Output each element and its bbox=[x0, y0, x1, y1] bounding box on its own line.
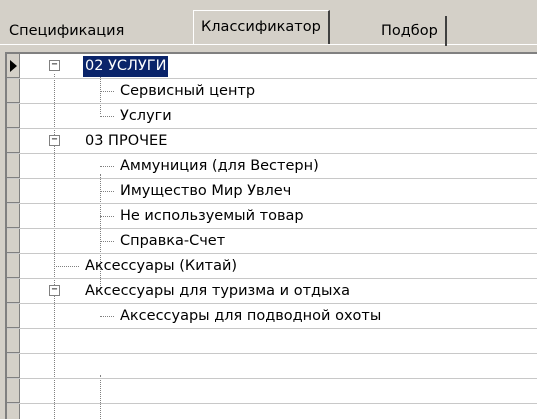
row-indicator-current bbox=[7, 54, 20, 78]
tree-node-label[interactable]: Имущество Мир Увлеч bbox=[118, 181, 293, 202]
tree-row-empty bbox=[7, 404, 537, 419]
tree-node-label[interactable]: 03 ПРОЧЕЕ bbox=[83, 131, 169, 152]
tree-node-label[interactable]: Не используемый товар bbox=[118, 206, 306, 227]
tree-node-label[interactable]: Аксессуары (Китай) bbox=[83, 256, 239, 277]
collapse-toggle-icon[interactable] bbox=[49, 60, 60, 71]
tree-row-empty bbox=[7, 329, 537, 354]
row-indicator bbox=[7, 204, 20, 228]
tree-row-empty bbox=[7, 379, 537, 404]
collapse-toggle-icon[interactable] bbox=[49, 135, 60, 146]
tree-row[interactable]: Услуги bbox=[7, 104, 537, 129]
row-indicator bbox=[7, 404, 20, 419]
tree-row[interactable]: Аксессуары для туризма и отдыха bbox=[7, 279, 537, 304]
tree-node-label[interactable]: Справка-Счет bbox=[118, 231, 227, 252]
tree-line bbox=[100, 316, 114, 317]
tree-node-label[interactable]: 02 УСЛУГИ bbox=[83, 56, 169, 77]
tree-row[interactable]: Аксессуары (Китай) bbox=[7, 254, 537, 279]
tree-row[interactable]: 03 ПРОЧЕЕ bbox=[7, 129, 537, 154]
classifier-tree-grid[interactable]: 02 УСЛУГИ Сервисный центр Услуги 03 ПРОЧ… bbox=[5, 52, 537, 419]
tree-node-label[interactable]: Аммуниция (для Вестерн) bbox=[118, 156, 321, 177]
tree-node-label[interactable]: Аксессуары для туризма и отдыха bbox=[83, 281, 352, 302]
tree-node-label[interactable]: Аксессуары для подводной охоты bbox=[118, 306, 383, 327]
tree-row-empty bbox=[7, 354, 537, 379]
row-indicator bbox=[7, 154, 20, 178]
tree-row[interactable]: Имущество Мир Увлеч bbox=[7, 179, 537, 204]
row-indicator bbox=[7, 104, 20, 128]
row-indicator bbox=[7, 129, 20, 153]
row-indicator bbox=[7, 354, 20, 378]
tab-label: Классификатор bbox=[201, 19, 321, 35]
tree-row[interactable]: Сервисный центр bbox=[7, 79, 537, 104]
tab-classifier[interactable]: Классификатор bbox=[193, 10, 330, 44]
row-indicator bbox=[7, 379, 20, 403]
tree-line bbox=[54, 266, 79, 267]
row-indicator bbox=[7, 279, 20, 303]
tree-line bbox=[100, 216, 114, 217]
tab-label: Подбор bbox=[381, 23, 438, 39]
tree-line bbox=[100, 191, 114, 192]
tree-row[interactable]: Не используемый товар bbox=[7, 204, 537, 229]
row-indicator bbox=[7, 229, 20, 253]
tree-row[interactable]: Аммуниция (для Вестерн) bbox=[7, 154, 537, 179]
tree-line bbox=[100, 91, 114, 92]
tree-line bbox=[100, 116, 114, 117]
tree-row[interactable]: 02 УСЛУГИ bbox=[7, 54, 537, 79]
tab-specification[interactable]: Спецификация bbox=[2, 16, 131, 46]
row-indicator bbox=[7, 254, 20, 278]
row-indicator bbox=[7, 304, 20, 328]
row-indicator bbox=[7, 329, 20, 353]
tree-line bbox=[100, 166, 114, 167]
tree-row[interactable]: Справка-Счет bbox=[7, 229, 537, 254]
tab-strip: Спецификация Классификатор Подбор bbox=[0, 0, 537, 52]
row-indicator bbox=[7, 79, 20, 103]
tree-row[interactable]: Аксессуары для подводной охоты bbox=[7, 304, 537, 329]
tab-label: Спецификация bbox=[9, 23, 125, 39]
tree-node-label[interactable]: Сервисный центр bbox=[118, 81, 257, 102]
collapse-toggle-icon[interactable] bbox=[49, 285, 60, 296]
tab-selection[interactable]: Подбор bbox=[374, 16, 447, 46]
tree-node-label[interactable]: Услуги bbox=[118, 106, 174, 127]
row-indicator bbox=[7, 179, 20, 203]
tree-line bbox=[100, 241, 114, 242]
